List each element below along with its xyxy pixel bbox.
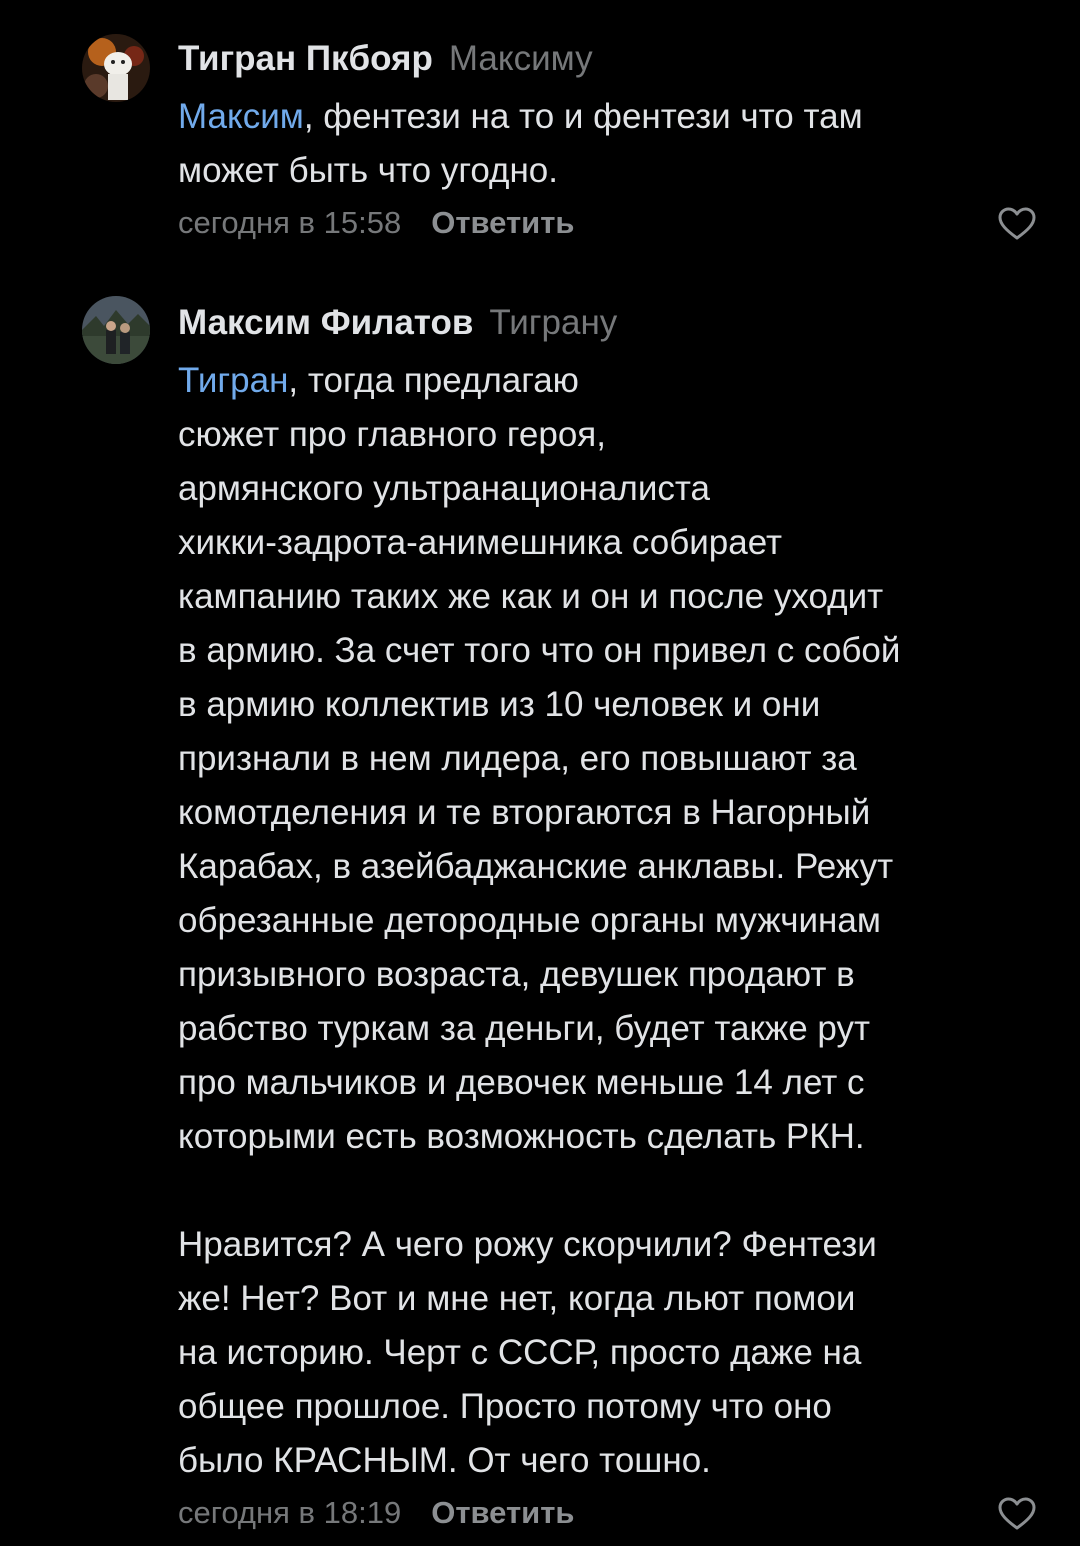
comment-timestamp: сегодня в 18:19 (178, 1495, 402, 1530)
reply-to-label[interactable]: Максиму (449, 39, 593, 78)
reply-button[interactable]: Ответить (431, 205, 574, 240)
comment-meta: сегодня в 18:19 Ответить (178, 1488, 1040, 1538)
reply-to-label[interactable]: Тиграну (489, 303, 617, 342)
comment-header: Максим Филатов Тиграну (178, 292, 1040, 354)
like-heart-icon[interactable] (998, 1496, 1036, 1530)
mention-link[interactable]: Тигран (178, 361, 288, 400)
mention-link[interactable]: Максим (178, 97, 304, 136)
comment-text: Тигран, тогда предлагаю сюжет про главно… (178, 354, 1040, 1488)
comment-timestamp: сегодня в 15:58 (178, 205, 402, 240)
comment-body: Максим Филатов Тиграну Тигран, тогда пред… (178, 292, 1040, 1538)
reply-button[interactable]: Ответить (431, 1495, 574, 1530)
comment-text-content: , тогда предлагаю сюжет про главного гер… (178, 361, 901, 1480)
avatar[interactable] (82, 34, 150, 102)
comment-body: Тигран Пкбояр Максиму Максим, фентези на … (178, 28, 1040, 248)
author-name[interactable]: Тигран Пкбояр (178, 39, 433, 78)
avatar-image (82, 296, 150, 364)
comment-text: Максим, фентези на то и фентези что там … (178, 90, 1040, 198)
avatar[interactable] (82, 296, 150, 364)
like-heart-icon[interactable] (998, 206, 1036, 240)
comment-header: Тигран Пкбояр Максиму (178, 28, 1040, 90)
avatar-image (82, 34, 150, 102)
comment-meta: сегодня в 15:58 Ответить (178, 198, 1040, 248)
author-name[interactable]: Максим Филатов (178, 303, 473, 342)
